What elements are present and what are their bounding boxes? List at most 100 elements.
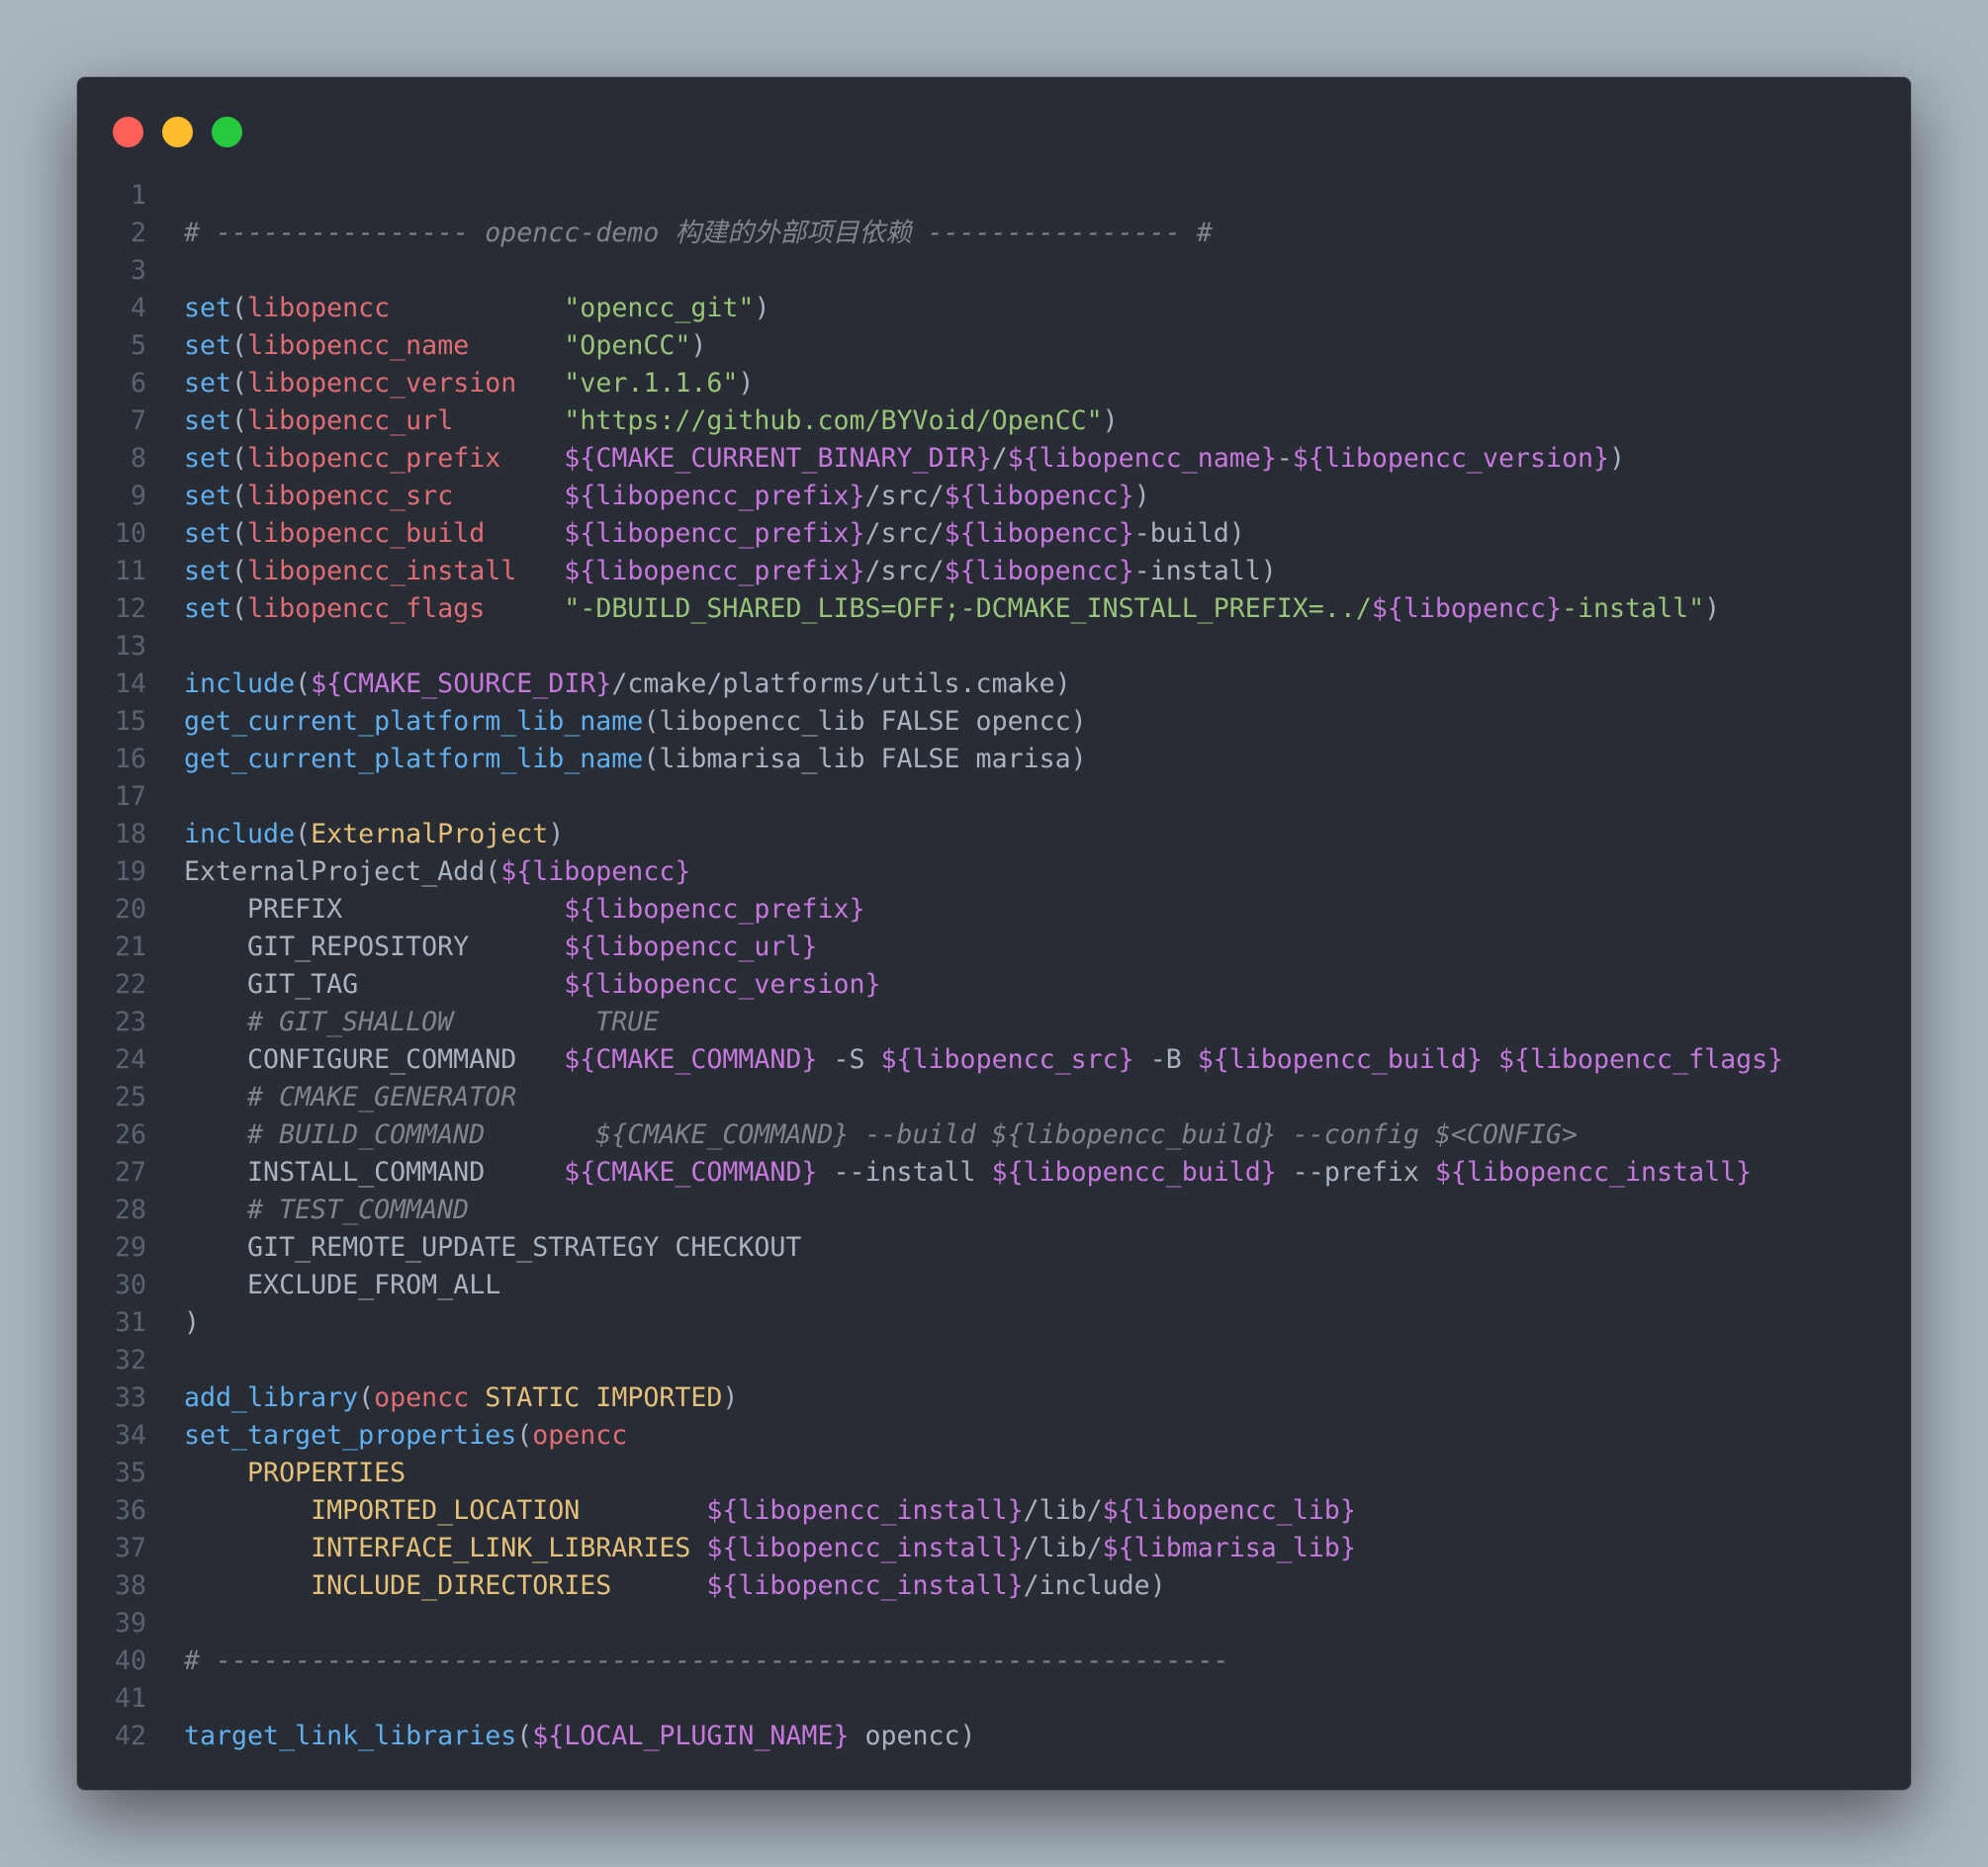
code-token: /lib/ [1023,1533,1103,1563]
code-token: ) [1133,481,1150,511]
code-token: libopencc_install [247,556,517,586]
code-token: ${libopencc_build} [1197,1044,1483,1075]
code-token: ${CMAKE_SOURCE_DIR} [311,668,612,699]
code-token: ( [231,518,248,549]
code-content: GIT_REMOTE_UPDATE_STRATEGY CHECKOUT [146,1229,801,1267]
code-token: ( [516,1721,533,1751]
code-token: "opencc_git" [564,293,755,323]
code-token: ) [1704,593,1721,624]
line-number: 22 [114,969,146,1000]
code-token: ) [690,330,707,361]
code-content: set(libopencc_url "https://github.com/BY… [146,402,1119,440]
code-content: EXCLUDE_FROM_ALL [146,1267,500,1304]
code-content: # BUILD_COMMAND ${CMAKE_COMMAND} --build… [146,1116,1578,1154]
code-token: ) [1102,405,1119,436]
code-token: STATIC IMPORTED [485,1382,723,1413]
code-line: 41 [77,1680,1783,1718]
line-number: 13 [114,631,146,662]
code-content: set(libopencc_install ${libopencc_prefix… [146,553,1277,590]
code-line: 37 INTERFACE_LINK_LIBRARIES ${libopencc_… [77,1530,1783,1567]
code-token: libopencc_prefix [247,443,501,474]
code-line: 4 set(libopencc "opencc_git") [77,290,1783,327]
line-number: 41 [114,1683,146,1714]
code-token: # TEST_COMMAND [247,1195,470,1225]
maximize-dot-icon[interactable] [212,117,242,147]
line-number: 14 [114,668,146,699]
code-line: 22 GIT_TAG ${libopencc_version} [77,966,1783,1004]
code-token: ExternalProject [311,819,549,849]
code-token: ${libopencc_name} [1007,443,1277,474]
code-line: 11 set(libopencc_install ${libopencc_pref… [77,553,1783,590]
minimize-dot-icon[interactable] [162,117,193,147]
code-token: ( [231,330,248,361]
code-token: ${libopencc_install} [706,1533,1024,1563]
code-content: set(libopencc_src ${libopencc_prefix}/sr… [146,478,1150,515]
code-line: 38 INCLUDE_DIRECTORIES ${libopencc_insta… [77,1567,1783,1605]
code-token: ( [231,293,248,323]
code-token: set [184,293,232,323]
line-number: 23 [114,1007,146,1037]
code-token: /src/ [864,481,945,511]
code-content: set(libopencc_version "ver.1.1.6") [146,365,754,402]
close-dot-icon[interactable] [113,117,143,147]
code-token: libopencc_version [247,368,517,399]
code-token: get_current_platform_lib_name [184,706,644,737]
code-token: ${CMAKE_CURRENT_BINARY_DIR} [564,443,992,474]
code-token: ${CMAKE_COMMAND} [564,1044,818,1075]
code-token: "https://github.com/BYVoid/OpenCC" [564,405,1103,436]
line-number: 7 [130,405,146,436]
code-window: 1 2 # ---------------- opencc-demo 构建的外部项目… [77,77,1911,1790]
code-content: include(ExternalProject) [146,816,564,853]
code-token: ${libopencc_version} [1292,443,1610,474]
code-line: 19 ExternalProject_Add(${libopencc} [77,853,1783,891]
line-number: 28 [114,1195,146,1225]
code-token: ( [295,819,312,849]
line-number: 12 [114,593,146,624]
line-number: 5 [130,330,146,361]
line-number: 2 [130,218,146,248]
code-token: ) [722,1382,739,1413]
code-content: get_current_platform_lib_name(libopencc_… [146,703,1087,741]
code-content: INSTALL_COMMAND ${CMAKE_COMMAND} --insta… [146,1154,1752,1192]
code-token: /include) [1023,1570,1166,1601]
code-token: ${libopencc} [944,481,1134,511]
code-token: ) [184,1307,201,1338]
code-content: # CMAKE_GENERATOR [146,1079,516,1116]
line-number: 17 [114,781,146,812]
code-token: ( [231,405,248,436]
line-number: 24 [114,1044,146,1075]
line-number: 29 [114,1232,146,1263]
code-line: 16 get_current_platform_lib_name(libmaris… [77,741,1783,778]
code-line: 40 # ------------------------------------… [77,1643,1783,1680]
code-token: libopencc_flags [247,593,486,624]
code-token: set [184,443,232,474]
line-number: 10 [114,518,146,549]
code-token: libopencc_url [247,405,454,436]
code-line: 28 # TEST_COMMAND [77,1192,1783,1229]
code-token: ) [738,368,755,399]
code-line: 36 IMPORTED_LOCATION ${libopencc_install… [77,1492,1783,1530]
code-line: 10 set(libopencc_build ${libopencc_prefix… [77,515,1783,553]
code-line: 32 [77,1342,1783,1379]
code-token: libopencc_src [247,481,454,511]
line-number: 19 [114,856,146,887]
code-line: 34 set_target_properties(opencc [77,1417,1783,1455]
code-token: include [184,668,296,699]
line-number: 40 [114,1645,146,1676]
code-content: target_link_libraries(${LOCAL_PLUGIN_NAM… [146,1718,976,1755]
code-line: 35 PROPERTIES [77,1455,1783,1492]
code-token: -install) [1133,556,1277,586]
line-number: 3 [130,255,146,286]
code-line: 24 CONFIGURE_COMMAND ${CMAKE_COMMAND} -S… [77,1041,1783,1079]
code-line: 12 set(libopencc_flags "-DBUILD_SHARED_LI… [77,590,1783,628]
code-content: GIT_REPOSITORY ${libopencc_url} [146,929,817,966]
code-token: # CMAKE_GENERATOR [247,1082,517,1112]
